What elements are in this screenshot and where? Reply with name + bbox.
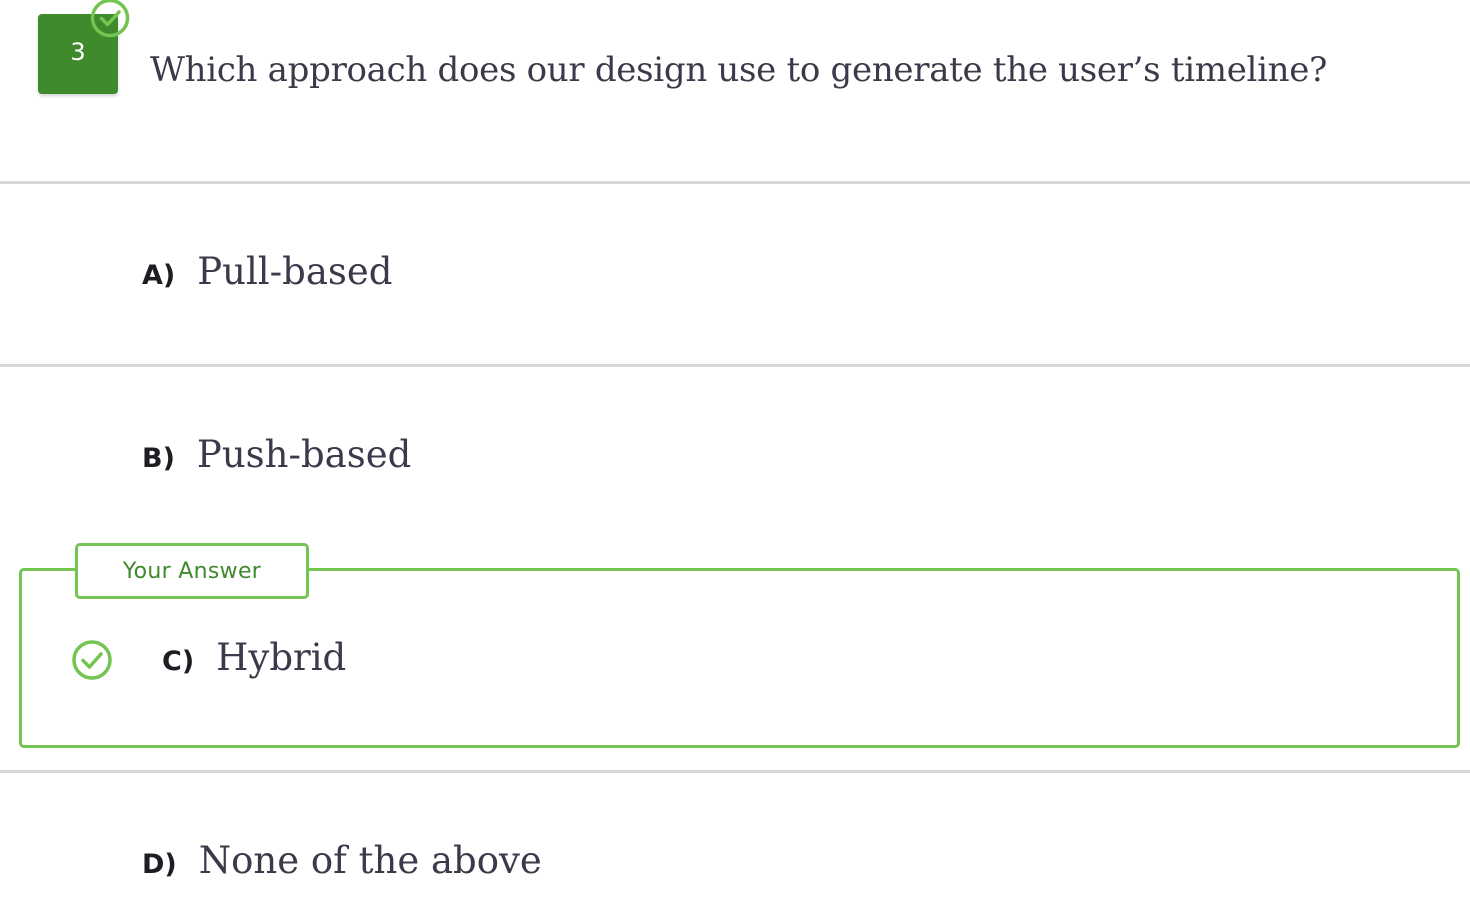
divider bbox=[0, 770, 1470, 773]
your-answer-label: Your Answer bbox=[75, 543, 309, 599]
option-text: Hybrid bbox=[216, 636, 347, 679]
option-letter: A) bbox=[142, 260, 176, 291]
option-text: None of the above bbox=[198, 839, 542, 882]
option-b[interactable]: B) Push-based bbox=[142, 433, 411, 476]
option-d[interactable]: D) None of the above bbox=[142, 839, 542, 882]
question-number: 3 bbox=[70, 38, 86, 66]
option-text: Pull-based bbox=[197, 250, 393, 293]
option-letter: C) bbox=[162, 646, 195, 677]
divider bbox=[0, 181, 1470, 184]
option-letter: B) bbox=[142, 443, 175, 474]
option-c[interactable]: C) Hybrid bbox=[162, 636, 346, 679]
check-circle-icon bbox=[90, 0, 130, 38]
option-text: Push-based bbox=[196, 433, 412, 476]
divider bbox=[0, 364, 1470, 367]
check-circle-icon bbox=[72, 640, 112, 680]
question-text: Which approach does our design use to ge… bbox=[150, 50, 1328, 90]
option-a[interactable]: A) Pull-based bbox=[142, 250, 392, 293]
option-letter: D) bbox=[142, 849, 177, 880]
